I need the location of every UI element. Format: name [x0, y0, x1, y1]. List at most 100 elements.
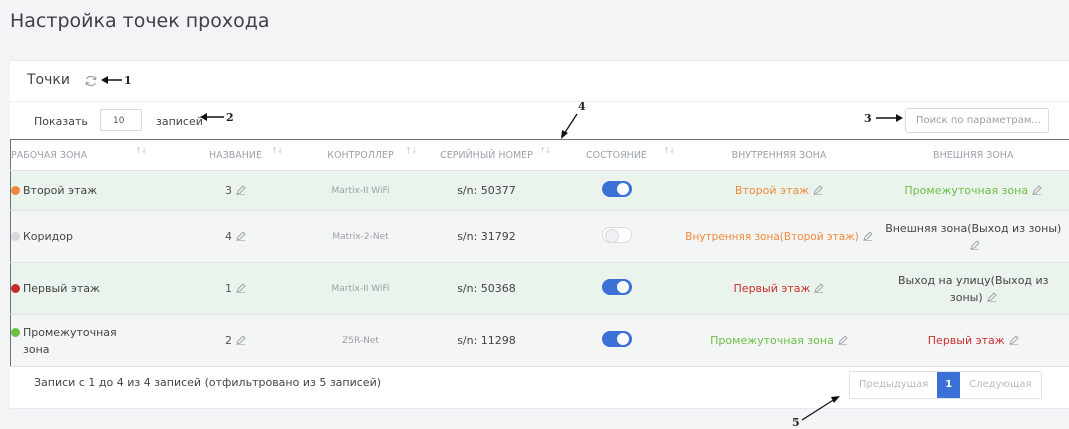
zone-color-dot	[11, 232, 20, 241]
header-inner-zone: ВНУТРЕННЯЯ ЗОНА	[680, 139, 878, 171]
pencil-icon[interactable]	[970, 239, 980, 250]
header-label: РАБОЧАЯ ЗОНА	[11, 149, 88, 161]
zone-color-dot	[11, 284, 20, 293]
header-label: СОСТОЯНИЕ	[586, 149, 647, 161]
controller-value: Martix-II WiFi	[300, 170, 421, 211]
header-label: НАЗВАНИЕ	[208, 149, 262, 161]
inner-zone-cell[interactable]: Промежуточная зона	[680, 314, 878, 367]
outer-zone-cell[interactable]: Первый этаж	[877, 314, 1069, 367]
toggle-knob	[616, 333, 629, 345]
name-value: 1	[225, 282, 232, 295]
name-value: 4	[225, 230, 232, 243]
state-toggle[interactable]	[601, 331, 632, 347]
serial-value: s/n: 11298	[420, 314, 553, 367]
sort-arrows-icon: ↑↓	[539, 146, 551, 155]
name-cell[interactable]: 4	[170, 210, 301, 263]
name-cell[interactable]: 1	[170, 262, 301, 315]
name-value: 3	[225, 184, 232, 197]
work-zone-cell: Второй этаж	[10, 170, 171, 211]
inner-zone-link[interactable]: Промежуточная зона	[710, 334, 834, 347]
outer-zone-link[interactable]: Внешняя зона(Выход из зоны)	[885, 222, 1061, 235]
work-zone-label: Второй этаж	[23, 184, 98, 197]
pencil-icon[interactable]	[236, 283, 246, 293]
annotation-label: 1	[124, 74, 132, 87]
name-value: 2	[225, 334, 232, 347]
header-work-zone[interactable]: РАБОЧАЯ ЗОНА ↑↓	[10, 139, 171, 171]
inner-zone-cell[interactable]: Внутренняя зона(Второй этаж)	[680, 210, 878, 263]
work-zone-label: Коридор	[23, 230, 73, 243]
pencil-icon[interactable]	[1009, 335, 1019, 345]
name-cell[interactable]: 2	[170, 314, 301, 367]
state-toggle[interactable]	[601, 181, 632, 197]
records-info: Записи с 1 до 4 из 4 записей (отфильтров…	[34, 376, 382, 389]
table-row[interactable]: Второй этаж 3 Martix-II WiFi s/n: 50377 …	[10, 170, 1069, 211]
outer-zone-cell[interactable]: Внешняя зона(Выход из зоны)	[877, 210, 1069, 263]
state-cell	[552, 314, 681, 367]
outer-zone-cell[interactable]: Выход на улицу(Выход из зоны)	[877, 262, 1069, 315]
work-zone-cell: Промежуточная зона	[10, 314, 171, 367]
next-page-button[interactable]: Следующая	[960, 372, 1041, 398]
annotation-arrow	[101, 76, 122, 84]
table-row[interactable]: Промежуточная зона 2 Z5R-Net s/n: 11298 …	[10, 314, 1069, 367]
header-serial[interactable]: СЕРИЙНЫЙ НОМЕР ↑↓	[420, 139, 553, 171]
annotation-label: 5	[792, 416, 800, 429]
pencil-icon[interactable]	[986, 291, 997, 302]
inner-zone-link[interactable]: Первый этаж	[734, 282, 811, 295]
table-row[interactable]: Первый этаж 1 Martix-II WiFi s/n: 50368 …	[10, 262, 1069, 315]
annotation-label: 2	[226, 111, 234, 124]
table-row[interactable]: Коридор 4 Matrix-2-Net s/n: 31792 Внутре…	[10, 210, 1069, 263]
header-state[interactable]: СОСТОЯНИЕ ↑↓	[552, 139, 681, 171]
zone-color-dot	[11, 186, 20, 195]
inner-zone-cell[interactable]: Второй этаж	[680, 170, 878, 211]
table-header-row: РАБОЧАЯ ЗОНА ↑↓ НАЗВАНИЕ ↑↓ КОНТРОЛЛЕР ↑↓ С…	[10, 139, 1069, 171]
work-zone-cell: Коридор	[10, 210, 171, 263]
state-toggle[interactable]	[601, 227, 632, 243]
pencil-icon[interactable]	[838, 335, 848, 345]
page-size-select[interactable]: 10	[100, 109, 142, 131]
pencil-icon[interactable]	[236, 231, 246, 241]
annotation-label: 3	[864, 112, 872, 125]
pencil-icon[interactable]	[236, 335, 246, 345]
inner-zone-link[interactable]: Внутренняя зона(Второй этаж)	[685, 231, 859, 243]
refresh-icon[interactable]	[84, 74, 98, 88]
outer-zone-link[interactable]: Промежуточная зона	[904, 184, 1028, 197]
outer-zone-link[interactable]: Выход на улицу(Выход из зоны)	[898, 274, 1049, 304]
state-cell	[552, 262, 681, 315]
annotation-arrow	[200, 113, 224, 121]
header-name[interactable]: НАЗВАНИЕ ↑↓	[170, 139, 301, 171]
annotation-arrow	[801, 396, 840, 421]
header-label: КОНТРОЛЛЕР	[327, 149, 394, 161]
search-input[interactable]: Поиск по параметрам...	[905, 108, 1049, 133]
controller-value: Martix-II WiFi	[300, 262, 421, 315]
work-zone-label: Промежуточная зона	[23, 325, 117, 356]
pencil-icon[interactable]	[813, 185, 823, 195]
outer-zone-cell[interactable]: Промежуточная зона	[877, 170, 1069, 211]
inner-zone-cell[interactable]: Первый этаж	[680, 262, 878, 315]
header-label: ВНЕШНЯЯ ЗОНА	[933, 149, 1014, 161]
state-toggle[interactable]	[601, 279, 632, 295]
annotation-arrow	[876, 114, 903, 122]
annotation-arrow	[561, 113, 578, 139]
toggle-knob	[616, 281, 629, 293]
pencil-icon[interactable]	[236, 185, 246, 195]
points-table: РАБОЧАЯ ЗОНА ↑↓ НАЗВАНИЕ ↑↓ КОНТРОЛЛЕР ↑↓ С…	[10, 139, 1069, 367]
pencil-icon[interactable]	[1032, 185, 1042, 195]
inner-zone-link[interactable]: Второй этаж	[735, 184, 809, 197]
sort-arrows-icon: ↑↓	[271, 146, 283, 155]
controller-value: Z5R-Net	[300, 314, 421, 367]
header-label: ВНУТРЕННЯЯ ЗОНА	[731, 149, 827, 161]
records-label: записей	[156, 115, 203, 128]
work-zone-cell: Первый этаж	[10, 262, 171, 315]
pencil-icon[interactable]	[863, 230, 873, 241]
page-1-button[interactable]: 1	[937, 372, 961, 398]
pencil-icon[interactable]	[814, 283, 825, 293]
name-cell[interactable]: 3	[170, 170, 301, 211]
card-title: Точки	[27, 72, 70, 88]
page-title: Настройка точек прохода	[10, 10, 270, 32]
toggle-knob	[616, 183, 629, 195]
prev-page-button[interactable]: Предыдущая	[850, 372, 938, 398]
header-controller[interactable]: КОНТРОЛЛЕР ↑↓	[300, 139, 421, 171]
controller-value: Matrix-2-Net	[300, 210, 421, 263]
outer-zone-link[interactable]: Первый этаж	[928, 334, 1005, 347]
zone-color-dot	[11, 327, 20, 337]
